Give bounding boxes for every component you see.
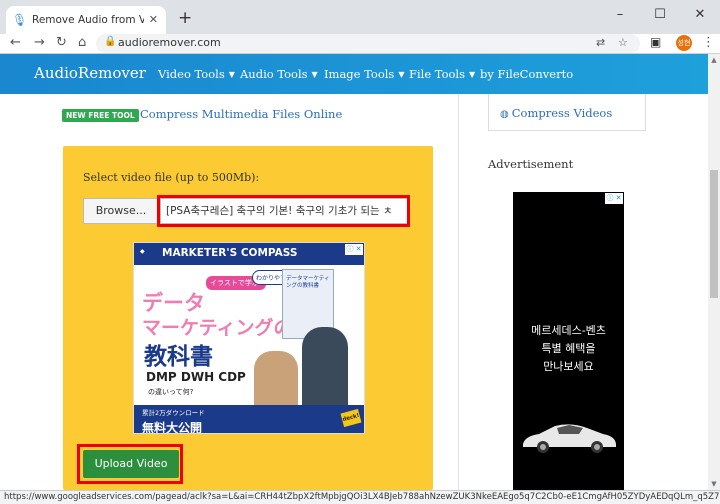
caret-down-icon: ▼ — [398, 70, 405, 79]
globe-icon: ◍ — [500, 109, 509, 120]
compress-videos-label: Compress Videos — [511, 106, 613, 120]
browse-button[interactable]: Browse... — [83, 198, 159, 224]
ad-headline-3: 教科書 — [144, 344, 213, 370]
bookmark-star-icon[interactable]: ☆ — [618, 36, 628, 49]
column-divider — [458, 94, 459, 490]
caret-down-icon: ▼ — [311, 70, 318, 79]
close-window-icon[interactable]: ✕ — [680, 0, 720, 34]
nav-image-tools[interactable]: Image Tools ▼ — [324, 67, 405, 81]
page-scrollbar[interactable]: ▲ ▼ — [708, 54, 720, 490]
ad-choices-icon[interactable]: ⓘ ✕ — [345, 244, 363, 255]
scroll-up-icon[interactable]: ▲ — [708, 54, 720, 66]
upload-video-button[interactable]: Upload Video — [83, 450, 179, 478]
site-navbar: AudioRemover Video Tools ▼ Audio Tools ▼ I… — [0, 54, 708, 94]
new-tool-badge: NEW FREE TOOL — [62, 109, 139, 122]
site-logo[interactable]: AudioRemover — [34, 64, 146, 82]
upload-panel: Select video file (up to 500Mb): Browse.… — [63, 146, 433, 490]
ad-choices-icon[interactable]: ⓘ ✕ — [605, 193, 623, 204]
caret-down-icon: ▼ — [228, 70, 235, 79]
file-highlight-box — [157, 195, 410, 227]
profile-avatar[interactable]: 성현 — [676, 35, 692, 51]
ad-downloads: 累計2万ダウンロード — [142, 409, 205, 417]
browser-menu-icon[interactable]: ⋮ — [702, 35, 715, 50]
tab-strip: 🎙 Remove Audio from Video Onli ✕ + – ☐ ✕ — [0, 0, 720, 34]
ad-headline-2: マーケティングの — [142, 317, 293, 339]
translate-icon[interactable]: ⇄ — [596, 36, 605, 49]
back-icon[interactable]: ← — [10, 34, 21, 52]
status-bar: https://www.googleadservices.com/pagead/… — [0, 490, 720, 504]
ad2-line-2: 특별 혜택을 — [541, 342, 596, 355]
tab-title: Remove Audio from Video Onli — [32, 14, 144, 26]
nav-audio-tools[interactable]: Audio Tools ▼ — [240, 67, 318, 81]
forward-icon[interactable]: → — [34, 34, 45, 52]
promo-link[interactable]: Compress Multimedia Files Online — [140, 107, 342, 121]
ad2-line-3: 만나보세요 — [543, 360, 594, 373]
close-tab-icon[interactable]: ✕ — [149, 13, 158, 26]
url-text[interactable]: audioremover.com — [118, 36, 221, 49]
select-file-label: Select video file (up to 500Mb): — [83, 171, 260, 184]
minimize-icon[interactable]: – — [600, 0, 640, 34]
scroll-down-icon[interactable]: ▼ — [708, 478, 720, 490]
ad-person-illustration — [254, 351, 298, 405]
nav-label: File Tools — [409, 67, 466, 81]
mercedes-ad[interactable]: ⓘ ✕ 메르세데스-벤츠 특별 혜택을 만나보세요 — [513, 192, 624, 490]
nav-label: Video Tools — [158, 67, 225, 81]
ad-person-illustration — [302, 327, 348, 405]
ad-book-title: データマーケティングの教科書 — [286, 276, 330, 289]
tab-audioremover[interactable]: 🎙 Remove Audio from Video Onli ✕ — [6, 6, 166, 34]
page-content: NEW FREE TOOL Compress Multimedia Files … — [0, 94, 708, 490]
compress-videos-link[interactable]: ◍ Compress Videos — [500, 106, 612, 120]
ad-free-text: 無料大公開 — [142, 421, 203, 434]
scroll-thumb[interactable] — [710, 170, 718, 298]
advertisement-label: Advertisement — [488, 157, 574, 171]
nav-video-tools[interactable]: Video Tools ▼ — [158, 67, 235, 81]
new-tab-button[interactable]: + — [178, 8, 192, 28]
nav-fileconverto[interactable]: by FileConverto — [480, 67, 573, 81]
home-icon[interactable]: ⌂ — [78, 34, 86, 52]
ad-logo-icon: ◆ — [140, 248, 145, 255]
maximize-icon[interactable]: ☐ — [640, 0, 680, 34]
caret-down-icon: ▼ — [469, 70, 476, 79]
car-image — [523, 424, 616, 453]
ad2-line-1: 메르세데스-벤츠 — [531, 324, 606, 337]
status-url: https://www.googleadservices.com/pagead/… — [4, 492, 720, 502]
lock-icon[interactable]: 🔒 — [104, 36, 116, 47]
favicon-icon: 🎙 — [12, 13, 28, 27]
ad-subtext: の違いって何? — [148, 388, 194, 396]
marketing-ad[interactable]: ◆ MARKETER'S COMPASS ⓘ ✕ イラストで学ぶ! わかりやすい… — [133, 242, 365, 434]
ad-title: MARKETER'S COMPASS — [162, 247, 298, 259]
ad-dmp-text: DMP DWH CDP — [146, 370, 246, 384]
address-toolbar: ← → ↻ ⌂ 🔒 audioremover.com ⇄ ☆ ▣ 성현 ⋮ — [0, 34, 720, 54]
nav-file-tools[interactable]: File Tools ▼ — [409, 67, 475, 81]
omnibox[interactable]: 🔒 audioremover.com ⇄ ☆ — [96, 34, 640, 53]
reload-icon[interactable]: ↻ — [56, 34, 67, 52]
extension-icon[interactable]: ▣ — [650, 35, 661, 49]
nav-label: Audio Tools — [240, 67, 308, 81]
nav-label: Image Tools — [324, 67, 395, 81]
